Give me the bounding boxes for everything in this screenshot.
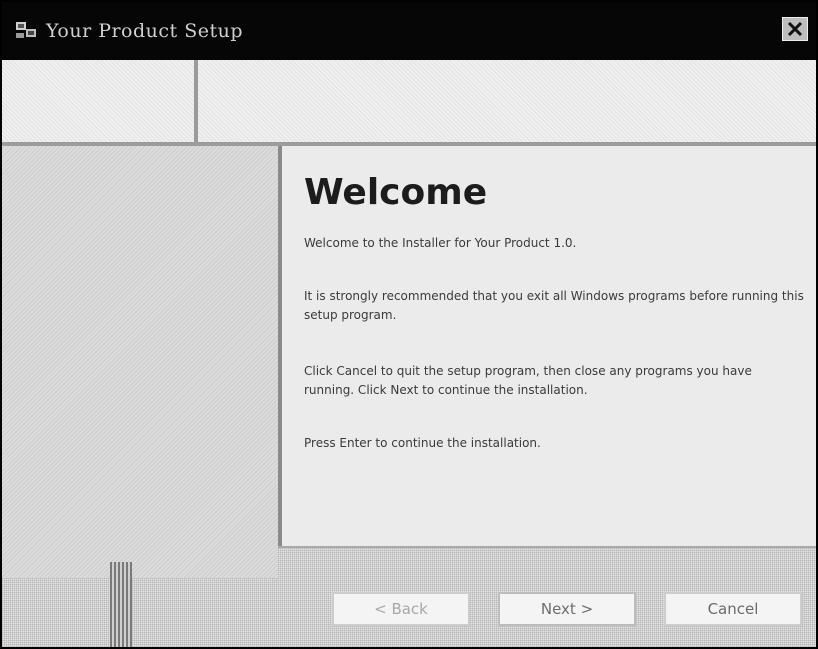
header-banner: [2, 60, 816, 144]
window-title: Your Product Setup: [46, 20, 244, 42]
side-graphic-panel: [2, 146, 278, 578]
cancel-button[interactable]: Cancel: [664, 592, 802, 626]
title-bar[interactable]: Your Product Setup: [2, 2, 816, 60]
welcome-heading: Welcome: [304, 172, 488, 213]
next-button[interactable]: Next >: [498, 592, 636, 626]
footer-decoration-strip: [110, 562, 132, 647]
back-button[interactable]: < Back: [332, 592, 470, 626]
banner-divider: [194, 60, 198, 144]
welcome-paragraph-3: Click Cancel to quit the setup program, …: [304, 364, 752, 397]
close-icon: [787, 21, 803, 37]
setup-app-icon: [14, 19, 40, 41]
welcome-paragraph-2: It is strongly recommended that you exit…: [304, 289, 804, 322]
setup-window: Your Product Setup Welcome Welcome to th…: [0, 0, 818, 649]
welcome-paragraph-4: Press Enter to continue the installation…: [304, 436, 541, 450]
close-button[interactable]: [782, 17, 808, 41]
welcome-paragraph-1: Welcome to the Installer for Your Produc…: [304, 236, 577, 250]
